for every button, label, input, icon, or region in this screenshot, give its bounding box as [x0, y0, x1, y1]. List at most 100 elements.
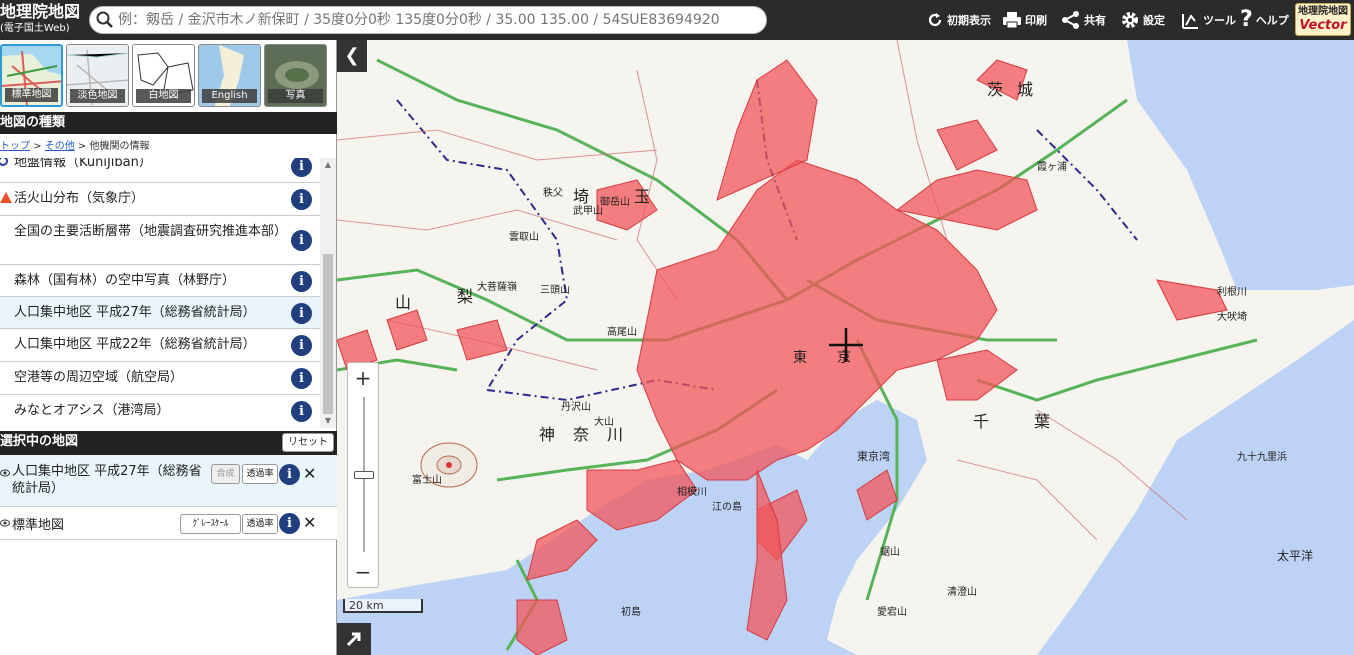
share-icon [1061, 11, 1081, 29]
map-label-daibosatsu: 大菩薩嶺 [477, 280, 517, 293]
layer-item-forest-photo[interactable]: 森林（国有林）の空中写真（林野庁） i [0, 265, 320, 297]
breadcrumb-sep-2: > [74, 141, 90, 152]
info-icon[interactable]: i [291, 303, 312, 324]
expand-button[interactable] [337, 623, 371, 655]
map-label-chichibu: 秩父 [543, 187, 563, 199]
settings-label: 設定 [1143, 14, 1165, 27]
layer-item-label: 活火山分布（気象庁） [14, 191, 145, 206]
layer-item-minato-oasis[interactable]: みなとオアシス（港湾局） i [0, 395, 320, 428]
close-icon[interactable]: ✕ [303, 513, 316, 532]
info-icon[interactable]: i [291, 158, 312, 177]
scroll-thumb[interactable] [323, 254, 333, 414]
info-icon[interactable]: i [291, 368, 312, 389]
map-label-kumotori: 雲取山 [509, 231, 539, 243]
scale-bar: 20 km [343, 599, 425, 617]
vector-logo-button[interactable]: 地理院地図 Vector [1295, 3, 1351, 36]
logo-title: 地理院地図 [0, 2, 81, 21]
scroll-down-arrow-icon[interactable]: ▼ [320, 414, 336, 428]
map-label-tokyo-bay: 東京湾 [857, 449, 890, 463]
info-icon[interactable]: i [279, 464, 300, 485]
basemap-label-blank: 白地図 [136, 89, 191, 103]
layer-item-kunijiban[interactable]: 地盤情報（KuniJiban） i [0, 158, 320, 183]
basemap-thumb-pale[interactable]: 淡色地図 [66, 44, 129, 107]
basemap-thumb-english[interactable]: English [198, 44, 261, 107]
layer-item-label: 全国の主要活断層帯（地震調査研究推進本部） [14, 224, 288, 239]
breadcrumb-current: 他機関の情報 [89, 141, 150, 152]
map-label-kiyosumi: 清澄山 [947, 585, 977, 598]
zoom-in-button[interactable]: + [348, 363, 378, 393]
layer-item-label: 人口集中地区 平成27年（総務省統計局） [14, 305, 256, 320]
info-icon[interactable]: i [279, 513, 300, 534]
layer-list-scrollbar[interactable]: ▲ ▼ [320, 158, 336, 428]
info-icon[interactable]: i [291, 271, 312, 292]
map-label-mitou: 三頭山 [540, 284, 570, 296]
basemap-thumb-photo[interactable]: 写真 [264, 44, 327, 107]
settings-button[interactable]: 設定 [1120, 6, 1165, 34]
info-icon[interactable]: i [291, 401, 312, 422]
map-label-hatsushima: 初島 [621, 605, 641, 618]
layer-item-did-h22[interactable]: 人口集中地区 平成22年（総務省統計局） i [0, 329, 320, 362]
map-label-ibaraki-1: 茨 [987, 80, 1003, 99]
share-button[interactable]: 共有 [1061, 6, 1106, 34]
vector-logo-title: 地理院地図 [1298, 6, 1348, 17]
basemap-label-standard: 標準地図 [5, 88, 58, 102]
grayscale-button[interactable]: ｸﾞﾚｰｽｹｰﾙ [180, 514, 241, 534]
app-logo[interactable]: 地理院地図 (電子国土Web) [0, 2, 86, 38]
opacity-button[interactable]: 透過率 [242, 514, 278, 534]
zoom-out-button[interactable]: − [348, 557, 378, 587]
breadcrumb-top-link[interactable]: トップ [0, 141, 30, 152]
map-label-ibaraki-2: 城 [1017, 80, 1033, 99]
layer-item-label: 人口集中地区 平成22年（総務省統計局） [14, 337, 256, 352]
zoom-slider-handle[interactable] [354, 471, 374, 479]
help-button[interactable]: ? ヘルプ [1240, 6, 1289, 34]
breadcrumb: トップ > その他 > 他機関の情報 [0, 138, 337, 156]
layer-item-volcano[interactable]: 活火山分布（気象庁） i [0, 183, 320, 216]
close-icon[interactable]: ✕ [303, 464, 316, 483]
layer-item-label: 空港等の周辺空域（航空局） [14, 370, 184, 385]
map-label-saitama-1: 埼 [573, 187, 589, 206]
share-label: 共有 [1084, 14, 1106, 27]
selected-item-label: 標準地図 [12, 518, 65, 533]
opacity-button[interactable]: 透過率 [242, 464, 278, 484]
layer-item-did-h27[interactable]: 人口集中地区 平成27年（総務省統計局） i [0, 297, 320, 329]
breadcrumb-other-link[interactable]: その他 [45, 141, 75, 152]
map-label-inubosaki: 大吠埼 [1217, 310, 1247, 323]
print-label: 印刷 [1025, 14, 1047, 27]
map-label-chiba-1: 千 [973, 412, 989, 431]
search-box[interactable] [89, 6, 767, 34]
sidebar-collapse-button[interactable]: ❮ [337, 40, 367, 72]
info-icon[interactable]: i [291, 335, 312, 356]
sidebar-panel: 標準地図 淡色地図 白地図 English 写真 地図の種類 トップ > その他… [0, 40, 337, 655]
eye-icon[interactable] [0, 467, 10, 477]
layer-item-active-faults[interactable]: 全国の主要活断層帯（地震調査研究推進本部） i [0, 216, 320, 265]
map-label-tokyo-1: 東 [793, 350, 807, 366]
map-label-tokyo-2: 京 [837, 350, 851, 366]
selected-item-did-h27: 人口集中地区 平成27年（総務省統計局） 合成 透過率 i ✕ [0, 455, 337, 507]
print-button[interactable]: 印刷 [1002, 6, 1047, 34]
map-label-saitama-2: 玉 [634, 187, 650, 206]
reset-selected-button[interactable]: リセット [282, 433, 334, 452]
eye-icon[interactable] [0, 517, 10, 527]
map-canvas[interactable]: 茨 城 埼 玉 山 梨 神 奈 川 千 葉 東 京 秩父 武甲山 雲取山 大菩薩… [337, 40, 1354, 655]
search-input[interactable] [118, 12, 738, 28]
triangle-icon [0, 192, 12, 203]
scroll-up-arrow-icon[interactable]: ▲ [320, 158, 336, 172]
breadcrumb-sep-1: > [30, 141, 45, 152]
ring-icon [0, 158, 8, 166]
map-label-kanagawa-1: 神 [539, 425, 555, 444]
blend-button[interactable]: 合成 [211, 464, 240, 484]
refresh-icon [926, 11, 944, 29]
basemap-thumb-blank[interactable]: 白地図 [132, 44, 195, 107]
layer-item-label: みなとオアシス（港湾局） [14, 403, 170, 418]
layer-item-airport-airspace[interactable]: 空港等の周辺空域（航空局） i [0, 362, 320, 395]
map-label-kujukurihama: 九十九里浜 [1237, 450, 1287, 463]
selected-item-standard: 標準地図 ｸﾞﾚｰｽｹｰﾙ 透過率 i ✕ [0, 507, 337, 540]
app-header: 地理院地図 (電子国土Web) 初期表示 印刷 共有 設定 ツール ? ヘルプ … [0, 0, 1354, 40]
info-icon[interactable]: i [291, 230, 312, 251]
reset-view-button[interactable]: 初期表示 [926, 6, 991, 34]
printer-icon [1002, 11, 1022, 29]
tools-button[interactable]: ツール [1180, 6, 1236, 34]
basemap-thumb-standard[interactable]: 標準地図 [0, 44, 63, 107]
info-icon[interactable]: i [291, 189, 312, 210]
reset-view-label: 初期表示 [947, 14, 991, 27]
